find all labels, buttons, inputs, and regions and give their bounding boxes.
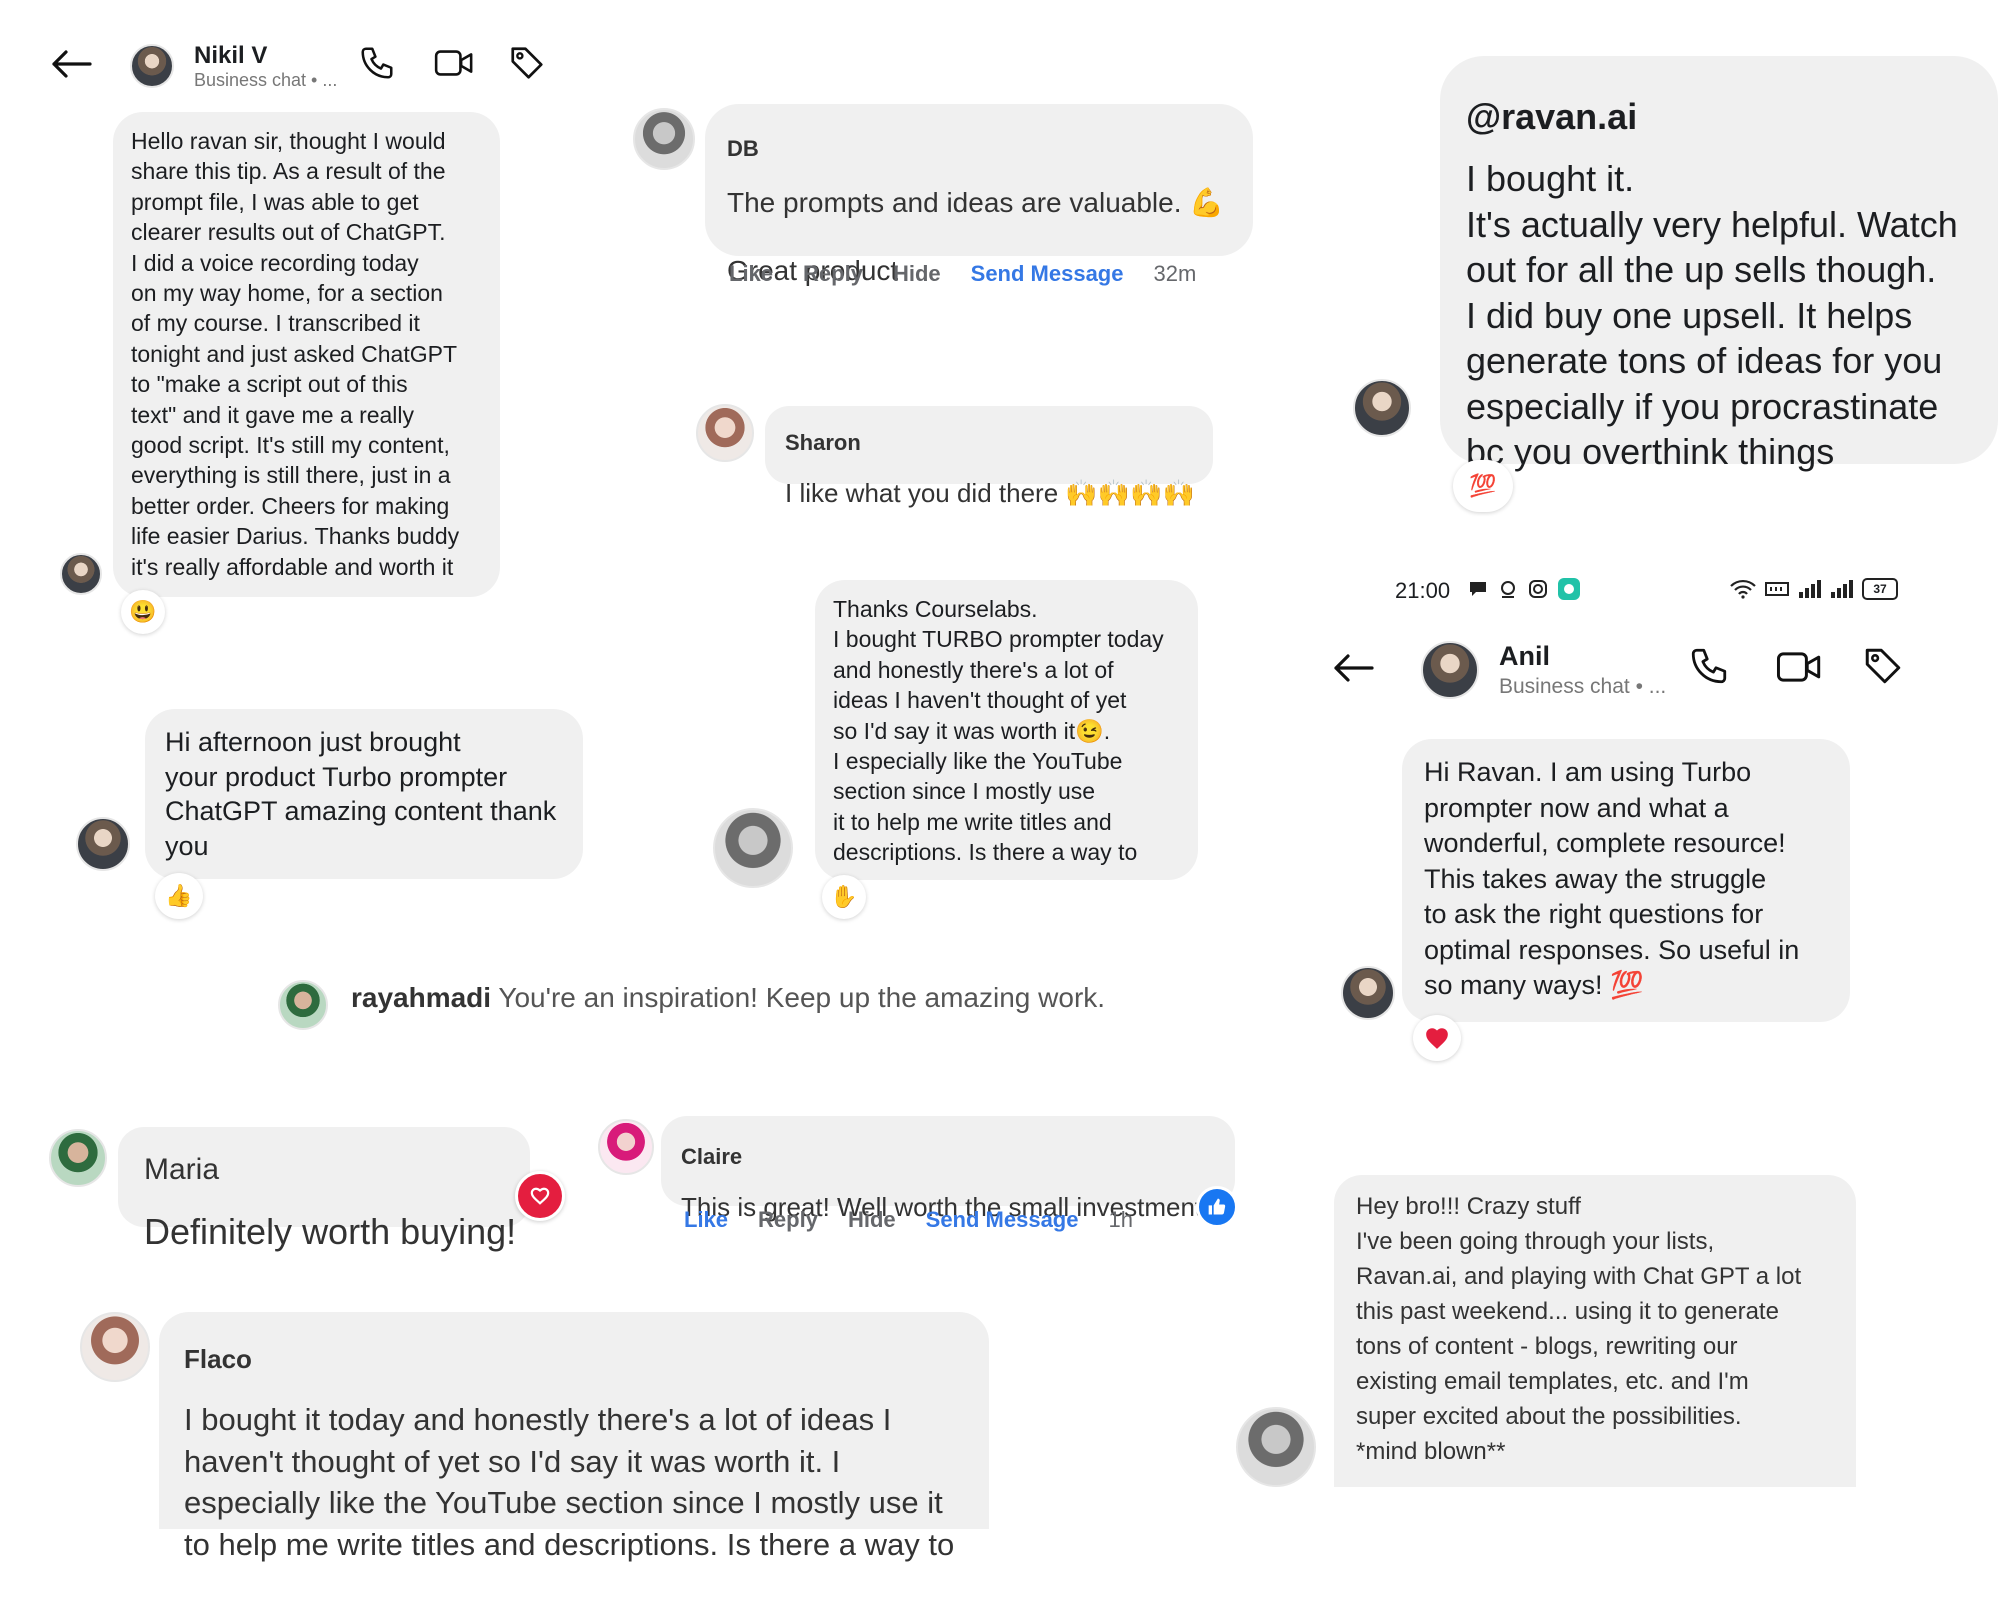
afternoon-message: Hi afternoon just brought your product T… bbox=[145, 709, 583, 879]
sharon-name: Sharon bbox=[785, 430, 861, 455]
anil-reaction[interactable] bbox=[1413, 1015, 1461, 1061]
maria-avatar[interactable] bbox=[49, 1129, 107, 1187]
chat-notification-icon bbox=[1470, 582, 1486, 596]
db-comment: DB The prompts and ideas are valuable. 💪… bbox=[705, 104, 1253, 286]
claire-avatar[interactable] bbox=[598, 1119, 654, 1175]
nikil-reaction[interactable]: 😃 bbox=[121, 590, 165, 634]
afternoon-avatar bbox=[76, 817, 130, 871]
courselabs-reaction[interactable]: ✋ bbox=[822, 875, 866, 919]
phone-icon[interactable] bbox=[1688, 645, 1730, 687]
flaco-comment: Flaco I bought it today and honestly the… bbox=[159, 1312, 989, 1562]
db-actions: Like Reply Hide Send Message 32m bbox=[729, 261, 1226, 287]
status-notification-icons bbox=[1468, 578, 1580, 600]
claire-name: Claire bbox=[681, 1144, 743, 1169]
back-arrow-icon[interactable] bbox=[1332, 652, 1374, 684]
db-name: DB bbox=[727, 136, 759, 161]
signal-icon-2 bbox=[1831, 580, 1853, 598]
claire-timestamp: 1h bbox=[1108, 1207, 1133, 1232]
db-hide-link[interactable]: Hide bbox=[893, 261, 941, 287]
back-arrow-icon[interactable] bbox=[50, 48, 92, 80]
sharon-comment: Sharon I like what you did there 🙌🙌🙌🙌 bbox=[765, 406, 1213, 508]
rayahmadi-comment: rayahmadi You're an inspiration! Keep up… bbox=[351, 982, 1105, 1014]
anil-subtitle: Business chat • ... bbox=[1499, 675, 1667, 698]
nikil-subtitle: Business chat • ... bbox=[194, 70, 338, 90]
ravan-review-handle: @ravan.ai bbox=[1466, 96, 1638, 137]
status-time: 21:00 bbox=[1395, 578, 1451, 603]
claire-hide-link[interactable]: Hide bbox=[848, 1207, 896, 1233]
claire-actions: Like Reply Hide Send Message 1h bbox=[684, 1207, 1163, 1233]
ravan-review-reaction[interactable]: 💯 bbox=[1453, 460, 1513, 512]
anil-avatar[interactable] bbox=[1421, 641, 1479, 699]
ravan-review-message: @ravan.ai I bought it. It's actually ver… bbox=[1440, 56, 1998, 472]
sharon-message: I like what you did there 🙌🙌🙌🙌 bbox=[785, 478, 1195, 508]
db-timestamp: 32m bbox=[1153, 261, 1197, 286]
maria-message: Definitely worth buying! bbox=[144, 1211, 517, 1252]
anil-message: Hi Ravan. I am using Turbo prompter now … bbox=[1402, 739, 1850, 1022]
db-line1: The prompts and ideas are valuable. 💪 bbox=[727, 187, 1225, 218]
nikil-name: Nikil V bbox=[194, 42, 268, 69]
ravan-review-avatar bbox=[1353, 379, 1411, 437]
flaco-name: Flaco bbox=[184, 1344, 252, 1374]
threads-notification-icon bbox=[1501, 581, 1515, 598]
signal-icon bbox=[1799, 580, 1821, 598]
tag-icon[interactable] bbox=[508, 44, 546, 82]
ravan-review-text: I bought it. It's actually very helpful.… bbox=[1466, 158, 1958, 472]
heart-icon bbox=[530, 1187, 550, 1205]
nikil-avatar[interactable] bbox=[130, 44, 174, 88]
video-call-icon[interactable] bbox=[1776, 648, 1822, 686]
db-send-message-link[interactable]: Send Message bbox=[971, 261, 1124, 287]
flaco-message: I bought it today and honestly there's a… bbox=[184, 1402, 955, 1562]
claire-comment: Claire This is great! Well worth the sma… bbox=[661, 1116, 1235, 1222]
battery-icon: 37 bbox=[1862, 578, 1898, 600]
maria-name: Maria bbox=[144, 1153, 220, 1186]
claire-like-reaction[interactable] bbox=[1196, 1186, 1238, 1228]
rayahmadi-name[interactable]: rayahmadi bbox=[351, 982, 491, 1013]
claire-send-message-link[interactable]: Send Message bbox=[926, 1207, 1079, 1233]
flaco-avatar[interactable] bbox=[80, 1312, 150, 1382]
courselabs-message: Thanks Courselabs. I bought TURBO prompt… bbox=[815, 580, 1198, 880]
thumbs-up-icon bbox=[1208, 1198, 1226, 1215]
rayahmadi-message: You're an inspiration! Keep up the amazi… bbox=[498, 982, 1106, 1013]
afternoon-reaction[interactable]: 👍 bbox=[155, 873, 203, 919]
nikil-message: Hello ravan sir, thought I would share t… bbox=[113, 112, 500, 597]
video-call-icon[interactable] bbox=[434, 46, 474, 80]
maria-comment: Maria Definitely worth buying! bbox=[118, 1127, 530, 1252]
anil-message-avatar bbox=[1341, 966, 1395, 1020]
claire-like-link[interactable]: Like bbox=[684, 1207, 728, 1233]
sharon-avatar[interactable] bbox=[696, 404, 754, 462]
wifi-icon bbox=[1730, 579, 1756, 599]
anil-name: Anil bbox=[1499, 641, 1550, 671]
bro-avatar bbox=[1236, 1407, 1316, 1487]
phone-icon[interactable] bbox=[358, 44, 396, 82]
courselabs-avatar bbox=[713, 808, 793, 888]
volte-icon bbox=[1765, 582, 1789, 596]
claire-reply-link[interactable]: Reply bbox=[758, 1207, 818, 1233]
db-reply-link[interactable]: Reply bbox=[803, 261, 863, 287]
instagram-notification-icon bbox=[1529, 580, 1547, 598]
tag-icon[interactable] bbox=[1862, 645, 1904, 687]
app-notification-icon bbox=[1558, 578, 1580, 600]
db-like-link[interactable]: Like bbox=[729, 261, 773, 287]
maria-love-reaction[interactable] bbox=[515, 1171, 565, 1221]
bro-message: Hey bro!!! Crazy stuff I've been going t… bbox=[1334, 1175, 1856, 1487]
nikil-message-avatar bbox=[60, 553, 102, 595]
status-system-icons: 37 bbox=[1730, 578, 1898, 600]
rayahmadi-avatar bbox=[278, 980, 328, 1030]
heart-icon bbox=[1426, 1028, 1448, 1049]
db-avatar[interactable] bbox=[633, 108, 695, 170]
